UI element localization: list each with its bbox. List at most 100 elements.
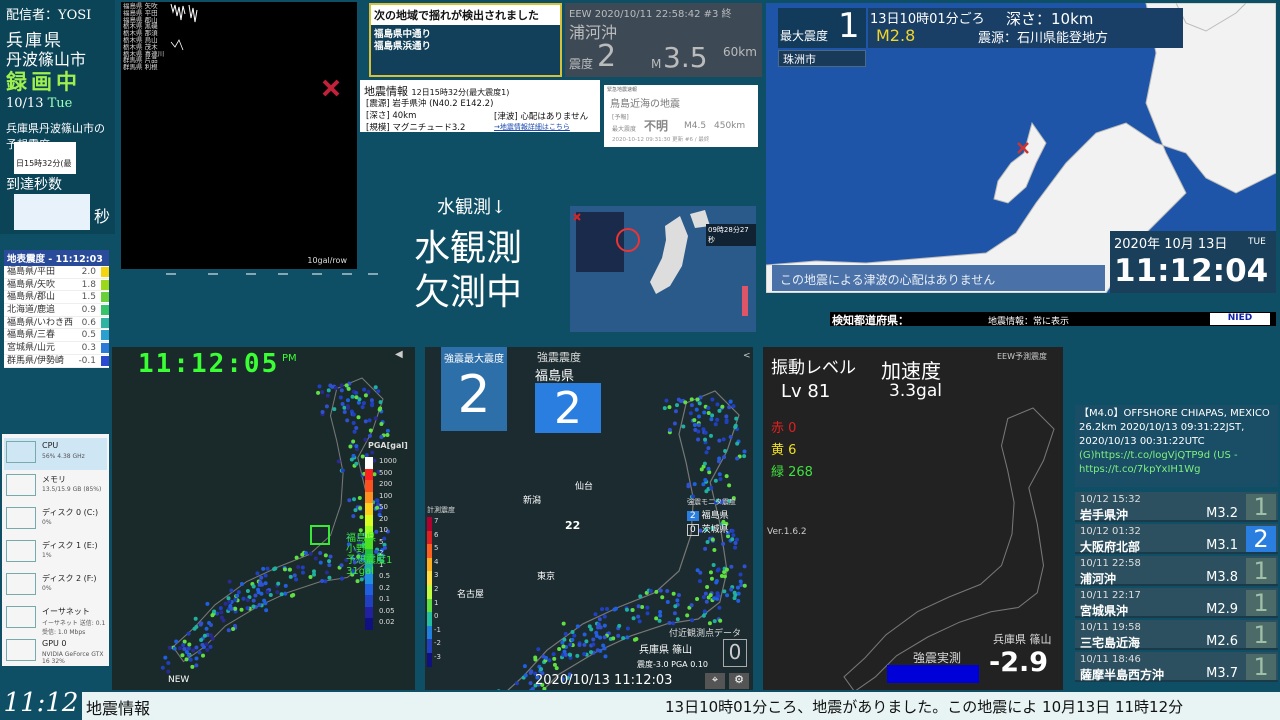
station-dot bbox=[702, 461, 707, 466]
station-dot bbox=[325, 393, 330, 398]
station-dot bbox=[725, 593, 730, 598]
station-dot bbox=[348, 444, 353, 449]
mini-time: 09時28分27秒 bbox=[706, 224, 756, 246]
station-dot bbox=[616, 633, 621, 638]
station-dot bbox=[722, 455, 727, 460]
perf-item[interactable]: ディスク 1 (E:) 1% bbox=[4, 537, 107, 569]
station-dot bbox=[308, 551, 313, 556]
station-dot bbox=[253, 593, 258, 598]
forecast-small-box: 日15時32分(最 bbox=[14, 142, 76, 174]
station-dot bbox=[323, 553, 328, 558]
info-title: 地震情報 bbox=[364, 85, 408, 98]
station-dot bbox=[570, 629, 575, 634]
rmap-max-label: 最大震度 bbox=[780, 29, 829, 43]
station-dot bbox=[598, 625, 603, 630]
perf-item[interactable]: イーサネット イーサネット 送信: 0.1 受信: 1.0 Mbps bbox=[4, 603, 107, 636]
station-dot bbox=[208, 623, 213, 628]
scale-swatch bbox=[427, 598, 432, 613]
station-dot bbox=[692, 482, 697, 487]
perf-item[interactable]: ディスク 0 (C:) 0% bbox=[4, 504, 107, 536]
station-dot bbox=[667, 427, 672, 432]
map1-new: NEW bbox=[168, 675, 190, 685]
station-dot bbox=[624, 607, 629, 612]
station-dot bbox=[367, 433, 372, 438]
history-row[interactable]: 10/11 22:17 宮城県沖 M2.9 1 bbox=[1075, 588, 1278, 618]
history-row[interactable]: 10/11 18:46 薩摩半島西方沖 M3.7 1 bbox=[1075, 652, 1278, 682]
locate-icon[interactable]: ⌖ bbox=[705, 673, 725, 689]
perf-item[interactable]: メモリ 13.5/15.9 GB (85%) bbox=[4, 471, 107, 503]
strong-bar bbox=[887, 665, 979, 683]
rmap-depth: 深さ：10km bbox=[1006, 10, 1094, 28]
station-label: 兵庫県 篠山 bbox=[993, 633, 1052, 646]
station-dot bbox=[180, 653, 185, 658]
station-dot bbox=[256, 587, 261, 592]
station-dot bbox=[603, 654, 608, 659]
station-dot bbox=[672, 421, 677, 426]
station-dot bbox=[223, 601, 228, 606]
date-label: 10/13 bbox=[6, 96, 44, 111]
station-dot bbox=[692, 422, 697, 427]
perf-item[interactable]: GPU 0 NVIDIA GeForce GTX 16 32% bbox=[4, 636, 107, 668]
station-dot bbox=[554, 666, 559, 671]
collapse-small-icon[interactable]: < bbox=[743, 351, 751, 361]
scale-value: -3 bbox=[434, 653, 441, 661]
max-intensity-box: 強震最大震度 2 bbox=[441, 347, 507, 431]
station-dot bbox=[359, 515, 364, 520]
station-dot bbox=[313, 556, 318, 561]
station-dot bbox=[346, 386, 351, 391]
station-dot bbox=[703, 546, 708, 551]
station-dot bbox=[696, 423, 701, 428]
history-row[interactable]: 10/12 01:32 大阪府北部 M3.1 2 bbox=[1075, 524, 1278, 554]
intensity-row: 群馬県/伊勢崎 -0.1 bbox=[4, 355, 109, 368]
station-dot bbox=[255, 571, 260, 576]
station-dot bbox=[582, 632, 587, 637]
perf-item[interactable]: CPU 56% 4.38 GHz bbox=[4, 438, 107, 470]
station-dot bbox=[708, 570, 713, 575]
station-dot bbox=[665, 588, 670, 593]
station-dot bbox=[728, 435, 733, 440]
station-dot bbox=[259, 582, 264, 587]
station-dot bbox=[717, 472, 722, 477]
perf-item[interactable]: ディスク 2 (F:) 0% bbox=[4, 570, 107, 602]
station-dot bbox=[226, 596, 231, 601]
station-dot bbox=[221, 618, 226, 623]
station-dot bbox=[324, 404, 329, 409]
history-row[interactable]: 10/11 19:58 三宅島近海 M2.6 1 bbox=[1075, 620, 1278, 650]
station-dot bbox=[350, 394, 355, 399]
station-dot bbox=[631, 616, 636, 621]
station-dot bbox=[352, 497, 357, 502]
rmap-weekday: TUE bbox=[1248, 237, 1266, 247]
station-dot bbox=[174, 639, 179, 644]
legend-value: 0.02 bbox=[379, 618, 395, 626]
settings-gear-icon[interactable]: ⚙ bbox=[729, 673, 749, 689]
station-dot bbox=[291, 592, 296, 597]
station-dot bbox=[194, 645, 199, 650]
history-row[interactable]: 10/12 15:32 岩手県沖 M3.2 1 bbox=[1075, 492, 1278, 522]
station-dot bbox=[742, 564, 747, 569]
station-dot bbox=[705, 585, 710, 590]
detection-panel: 次の地域で揺れが検出されました 福島県中通り 福島県浜通り bbox=[369, 3, 562, 77]
station-dot bbox=[636, 604, 641, 609]
close-icon[interactable] bbox=[321, 78, 341, 98]
tweet-link[interactable]: (G)https://t.co/logVjQTP9d (US - https:/… bbox=[1079, 449, 1274, 477]
ground-intensity-title: 地表震度 - 11:12:03 bbox=[4, 250, 109, 266]
station-dot bbox=[697, 401, 702, 406]
station-dot bbox=[193, 616, 198, 621]
legend-value: 200 bbox=[379, 480, 393, 488]
station-dot bbox=[713, 422, 718, 427]
eew-intensity-label: 震度 bbox=[569, 57, 594, 71]
station-dot bbox=[287, 567, 292, 572]
station-dot bbox=[702, 609, 707, 614]
nearby-values: 震度-3.0 PGA 0.10 bbox=[637, 660, 709, 669]
station-dot bbox=[602, 614, 607, 619]
station-dot bbox=[742, 583, 747, 588]
map2-timestamp: 2020/10/13 11:12:03 bbox=[535, 673, 673, 688]
station-dot bbox=[611, 636, 616, 641]
history-row[interactable]: 10/11 22:58 浦河沖 M3.8 1 bbox=[1075, 556, 1278, 586]
detection-header: 次の地域で揺れが検出されました bbox=[371, 5, 560, 25]
station-dot bbox=[729, 564, 734, 569]
weekday-label: Tue bbox=[47, 96, 73, 111]
station-dot bbox=[717, 605, 722, 610]
info-detail-link[interactable]: →地震情報詳細はこちら bbox=[494, 122, 570, 132]
collapse-icon[interactable]: ◀ bbox=[395, 349, 403, 360]
